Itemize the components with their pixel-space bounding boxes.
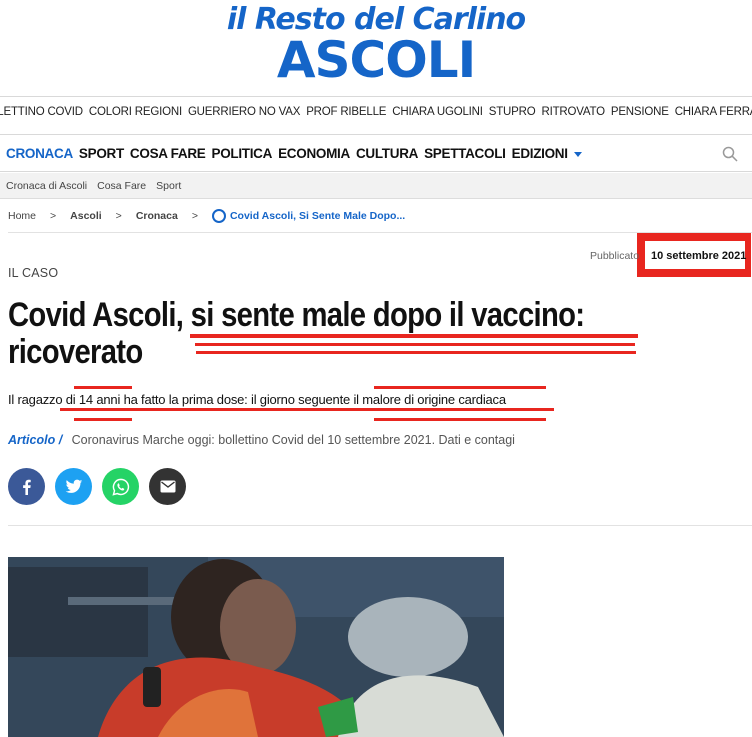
article-meta: Articolo / Coronavirus Marche oggi: boll… bbox=[8, 433, 515, 447]
whatsapp-icon bbox=[111, 478, 129, 496]
related-link[interactable]: Coronavirus Marche oggi: bollettino Covi… bbox=[72, 433, 515, 447]
tag-link[interactable]: GUERRIERO NO VAX bbox=[185, 106, 303, 124]
globe-icon bbox=[211, 209, 226, 223]
red-underline bbox=[196, 351, 636, 354]
whatsapp-share-button[interactable] bbox=[102, 468, 139, 505]
nav-item-politica[interactable]: POLITICA bbox=[211, 146, 272, 161]
red-underline bbox=[74, 418, 132, 421]
tag-link[interactable]: STUPRO bbox=[486, 106, 539, 124]
divider bbox=[8, 525, 752, 526]
article-type[interactable]: Articolo / bbox=[8, 433, 62, 447]
twitter-icon bbox=[65, 479, 82, 493]
breadcrumb-current[interactable]: Covid Ascoli, Si Sente Male Dopo... bbox=[230, 210, 405, 222]
published-date: 10 settembre 2021 bbox=[651, 250, 747, 262]
masthead[interactable]: il Resto del Carlino ASCOLI bbox=[0, 0, 752, 96]
title-part: Covid Ascoli bbox=[8, 296, 176, 334]
red-underline bbox=[195, 343, 635, 346]
email-share-button[interactable] bbox=[149, 468, 186, 505]
breadcrumb-separator: > bbox=[191, 210, 198, 222]
trending-tags: BOLLETTINO COVID COLORI REGIONI GUERRIER… bbox=[0, 106, 752, 124]
red-underline bbox=[190, 334, 638, 338]
sub-nav: Cronaca di Ascoli Cosa Fare Sport bbox=[0, 173, 752, 199]
article-kicker: IL CASO bbox=[8, 266, 59, 280]
tag-link[interactable]: CHIARA FERRAGNI bbox=[672, 106, 752, 124]
red-underline bbox=[74, 386, 132, 389]
breadcrumb-city[interactable]: Ascoli bbox=[70, 210, 102, 222]
breadcrumb-separator: > bbox=[115, 210, 122, 222]
nav-item-cultura[interactable]: CULTURA bbox=[356, 146, 418, 161]
nav-item-spettacoli[interactable]: SPETTACOLI bbox=[424, 146, 506, 161]
subnav-item[interactable]: Sport bbox=[156, 180, 181, 192]
city-title[interactable]: ASCOLI bbox=[0, 34, 752, 86]
main-nav: CRONACA SPORT COSA FARE POLITICA ECONOMI… bbox=[0, 136, 752, 172]
red-underline bbox=[60, 408, 554, 411]
facebook-icon bbox=[22, 479, 31, 495]
chevron-down-icon[interactable] bbox=[573, 152, 582, 157]
breadcrumb-section[interactable]: Cronaca bbox=[136, 210, 178, 222]
article-subtitle: Il ragazzo di 14 anni ha fatto la prima … bbox=[8, 392, 506, 407]
nav-item-sport[interactable]: SPORT bbox=[79, 146, 124, 161]
tag-link[interactable]: BOLLETTINO COVID bbox=[0, 106, 86, 124]
article-image[interactable] bbox=[8, 557, 504, 737]
tag-link[interactable]: COLORI REGIONI bbox=[86, 106, 185, 124]
nav-item-cosa-fare[interactable]: COSA FARE bbox=[130, 146, 206, 161]
nav-item-economia[interactable]: ECONOMIA bbox=[278, 146, 350, 161]
tag-link[interactable]: RITROVATO bbox=[538, 106, 607, 124]
divider bbox=[0, 134, 752, 135]
search-icon[interactable] bbox=[722, 146, 738, 162]
article-photo-illustration bbox=[8, 557, 504, 737]
tag-link[interactable]: PROF RIBELLE bbox=[303, 106, 389, 124]
breadcrumb-separator: > bbox=[50, 210, 57, 222]
subnav-item[interactable]: Cronaca di Ascoli bbox=[6, 180, 87, 192]
red-underline bbox=[374, 386, 546, 389]
share-bar bbox=[8, 468, 186, 505]
nav-item-edizioni[interactable]: EDIZIONI bbox=[512, 146, 568, 161]
facebook-share-button[interactable] bbox=[8, 468, 45, 505]
nav-item-cronaca[interactable]: CRONACA bbox=[6, 146, 73, 161]
published-label: Pubblicato bbox=[590, 250, 640, 262]
divider bbox=[0, 96, 752, 97]
tag-link[interactable]: PENSIONE bbox=[608, 106, 672, 124]
red-underline bbox=[374, 418, 546, 421]
title-part: , si sente male dopo il vaccino: bbox=[175, 296, 585, 334]
tag-link[interactable]: CHIARA UGOLINI bbox=[389, 106, 486, 124]
email-icon bbox=[160, 480, 175, 493]
subnav-item[interactable]: Cosa Fare bbox=[97, 180, 146, 192]
breadcrumb: Home > Ascoli > Cronaca > Covid Ascoli, … bbox=[8, 208, 405, 224]
twitter-share-button[interactable] bbox=[55, 468, 92, 505]
breadcrumb-home[interactable]: Home bbox=[8, 210, 36, 222]
title-part: ricoverato bbox=[8, 333, 143, 371]
